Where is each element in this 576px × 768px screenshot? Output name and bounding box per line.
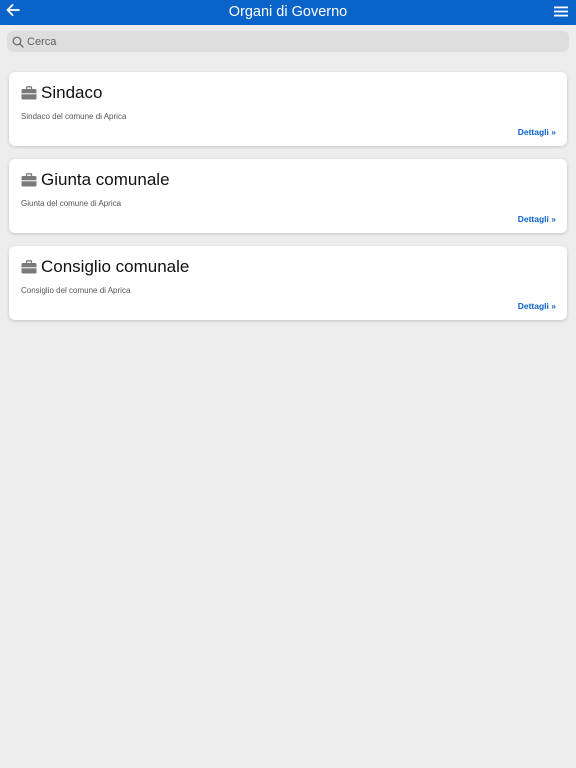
details-link[interactable]: Dettagli » bbox=[518, 127, 556, 137]
search-icon bbox=[10, 34, 26, 50]
search-bar bbox=[7, 31, 569, 52]
list-item-consiglio[interactable]: Consiglio comunale Consiglio del comune … bbox=[9, 246, 567, 320]
item-title: Consiglio comunale bbox=[41, 257, 190, 276]
card-header: Sindaco bbox=[21, 82, 102, 103]
details-link[interactable]: Dettagli » bbox=[518, 214, 556, 224]
briefcase-icon bbox=[21, 172, 37, 188]
card-header: Giunta comunale bbox=[21, 169, 170, 190]
briefcase-icon bbox=[21, 259, 37, 275]
menu-button[interactable] bbox=[552, 4, 570, 21]
search-input[interactable] bbox=[27, 31, 547, 52]
list-item-sindaco[interactable]: Sindaco Sindaco del comune di Aprica Det… bbox=[9, 72, 567, 146]
briefcase-icon bbox=[21, 85, 37, 101]
item-title: Giunta comunale bbox=[41, 170, 170, 189]
item-description: Sindaco del comune di Aprica bbox=[21, 112, 127, 121]
items-list: Sindaco Sindaco del comune di Aprica Det… bbox=[9, 72, 567, 333]
hamburger-menu-icon bbox=[554, 4, 568, 22]
top-bar: Organi di Governo bbox=[0, 0, 576, 25]
item-title: Sindaco bbox=[41, 83, 103, 102]
card-header: Consiglio comunale bbox=[21, 256, 189, 277]
app-screen: Organi di Governo Cerca Sindaco Sindaco … bbox=[0, 0, 576, 768]
item-description: Giunta del comune di Aprica bbox=[21, 199, 122, 208]
item-description: Consiglio del comune di Aprica bbox=[21, 286, 131, 295]
details-link[interactable]: Dettagli » bbox=[518, 301, 556, 311]
page-title: Organi di Governo bbox=[228, 4, 348, 20]
list-item-giunta[interactable]: Giunta comunale Giunta del comune di Apr… bbox=[9, 159, 567, 233]
